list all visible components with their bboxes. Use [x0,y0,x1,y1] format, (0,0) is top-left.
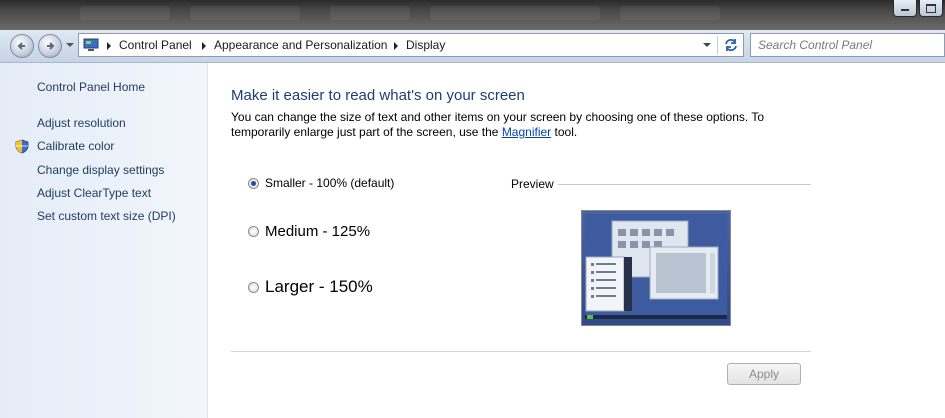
footer-divider [231,351,811,352]
window-title-bar [0,0,945,30]
sidebar-item-change-display-settings[interactable]: Change display settings [37,163,164,177]
address-divider [717,36,718,54]
apply-button[interactable]: Apply [727,363,801,385]
display-preview-icon [585,214,727,319]
background-tab [190,6,300,20]
option-smaller[interactable]: Smaller - 100% (default) [248,176,394,190]
address-bar[interactable]: Control Panel Appearance and Personaliza… [78,33,744,57]
forward-arrow-icon [47,42,55,50]
forward-button[interactable] [38,34,62,58]
background-tab [620,6,720,20]
breadcrumb-chevron-icon[interactable] [394,42,398,50]
main-content: Make it easier to read what's on your sc… [208,63,945,418]
sidebar-item-calibrate-color[interactable]: Calibrate color [37,139,114,153]
sidebar-item-adjust-cleartype[interactable]: Adjust ClearType text [37,186,151,200]
breadcrumb-appearance[interactable]: Appearance and Personalization [214,38,387,52]
refresh-icon[interactable] [723,37,739,53]
recent-pages-dropdown[interactable] [66,43,74,47]
address-dropdown-icon[interactable] [703,43,711,47]
background-tab [430,6,600,20]
sidebar-item-control-panel-home[interactable]: Control Panel Home [37,80,145,94]
breadcrumb-chevron-icon[interactable] [107,42,111,50]
description-text: You can change the size of text and othe… [231,110,765,139]
background-tab [330,6,410,20]
magnifier-link[interactable]: Magnifier [502,125,551,139]
option-medium[interactable]: Medium - 125% [248,223,370,240]
background-tab [80,6,170,20]
breadcrumb-control-panel[interactable]: Control Panel [119,38,192,52]
page-title: Make it easier to read what's on your sc… [231,87,525,104]
radio-larger[interactable] [248,281,259,293]
option-larger-label: Larger - 150% [265,277,373,296]
radio-smaller[interactable] [248,177,259,189]
option-medium-label: Medium - 125% [265,223,371,240]
radio-medium[interactable] [248,226,259,237]
search-input[interactable]: Search Control Panel [758,38,872,52]
sidebar: Control Panel Home Adjust resolution Cal… [0,63,208,418]
back-button[interactable] [10,34,34,58]
navigation-bar: Control Panel Appearance and Personaliza… [0,30,945,63]
search-box[interactable]: Search Control Panel [750,33,945,57]
minimize-button[interactable] [893,0,917,17]
sidebar-item-custom-text-size[interactable]: Set custom text size (DPI) [37,209,176,223]
option-smaller-label: Smaller - 100% (default) [265,176,395,190]
control-panel-icon [83,38,99,51]
window-controls [893,0,943,18]
breadcrumb-display[interactable]: Display [406,38,445,52]
page-description: You can change the size of text and othe… [231,110,791,140]
maximize-button[interactable] [919,0,943,17]
option-larger[interactable]: Larger - 150% [248,277,373,297]
shield-icon [15,139,29,154]
preview-image [581,210,731,326]
back-arrow-icon [17,42,25,50]
sidebar-item-adjust-resolution[interactable]: Adjust resolution [37,116,126,130]
preview-divider [558,184,811,185]
description-text-end: tool. [551,125,578,139]
preview-label: Preview [511,177,554,191]
breadcrumb-chevron-icon[interactable] [202,42,206,50]
